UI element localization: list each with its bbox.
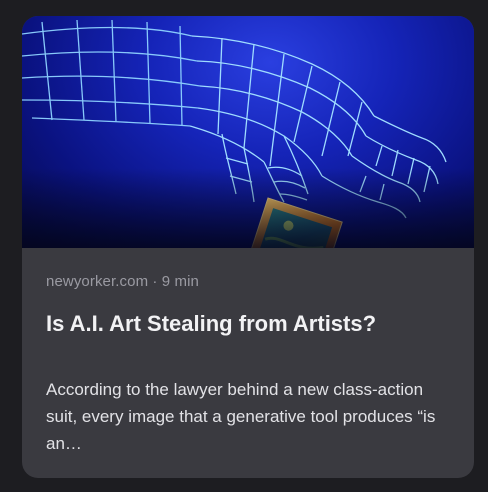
- wireframe-hand-illustration: [22, 19, 447, 248]
- article-title[interactable]: Is A.I. Art Stealing from Artists?: [46, 308, 446, 340]
- article-source-meta: newyorker.com · 9 min: [46, 273, 199, 290]
- article-hero-image[interactable]: [22, 16, 474, 248]
- article-snippet: According to the lawyer behind a new cla…: [46, 380, 436, 453]
- article-card[interactable]: newyorker.com · 9 min Is A.I. Art Steali…: [22, 16, 474, 478]
